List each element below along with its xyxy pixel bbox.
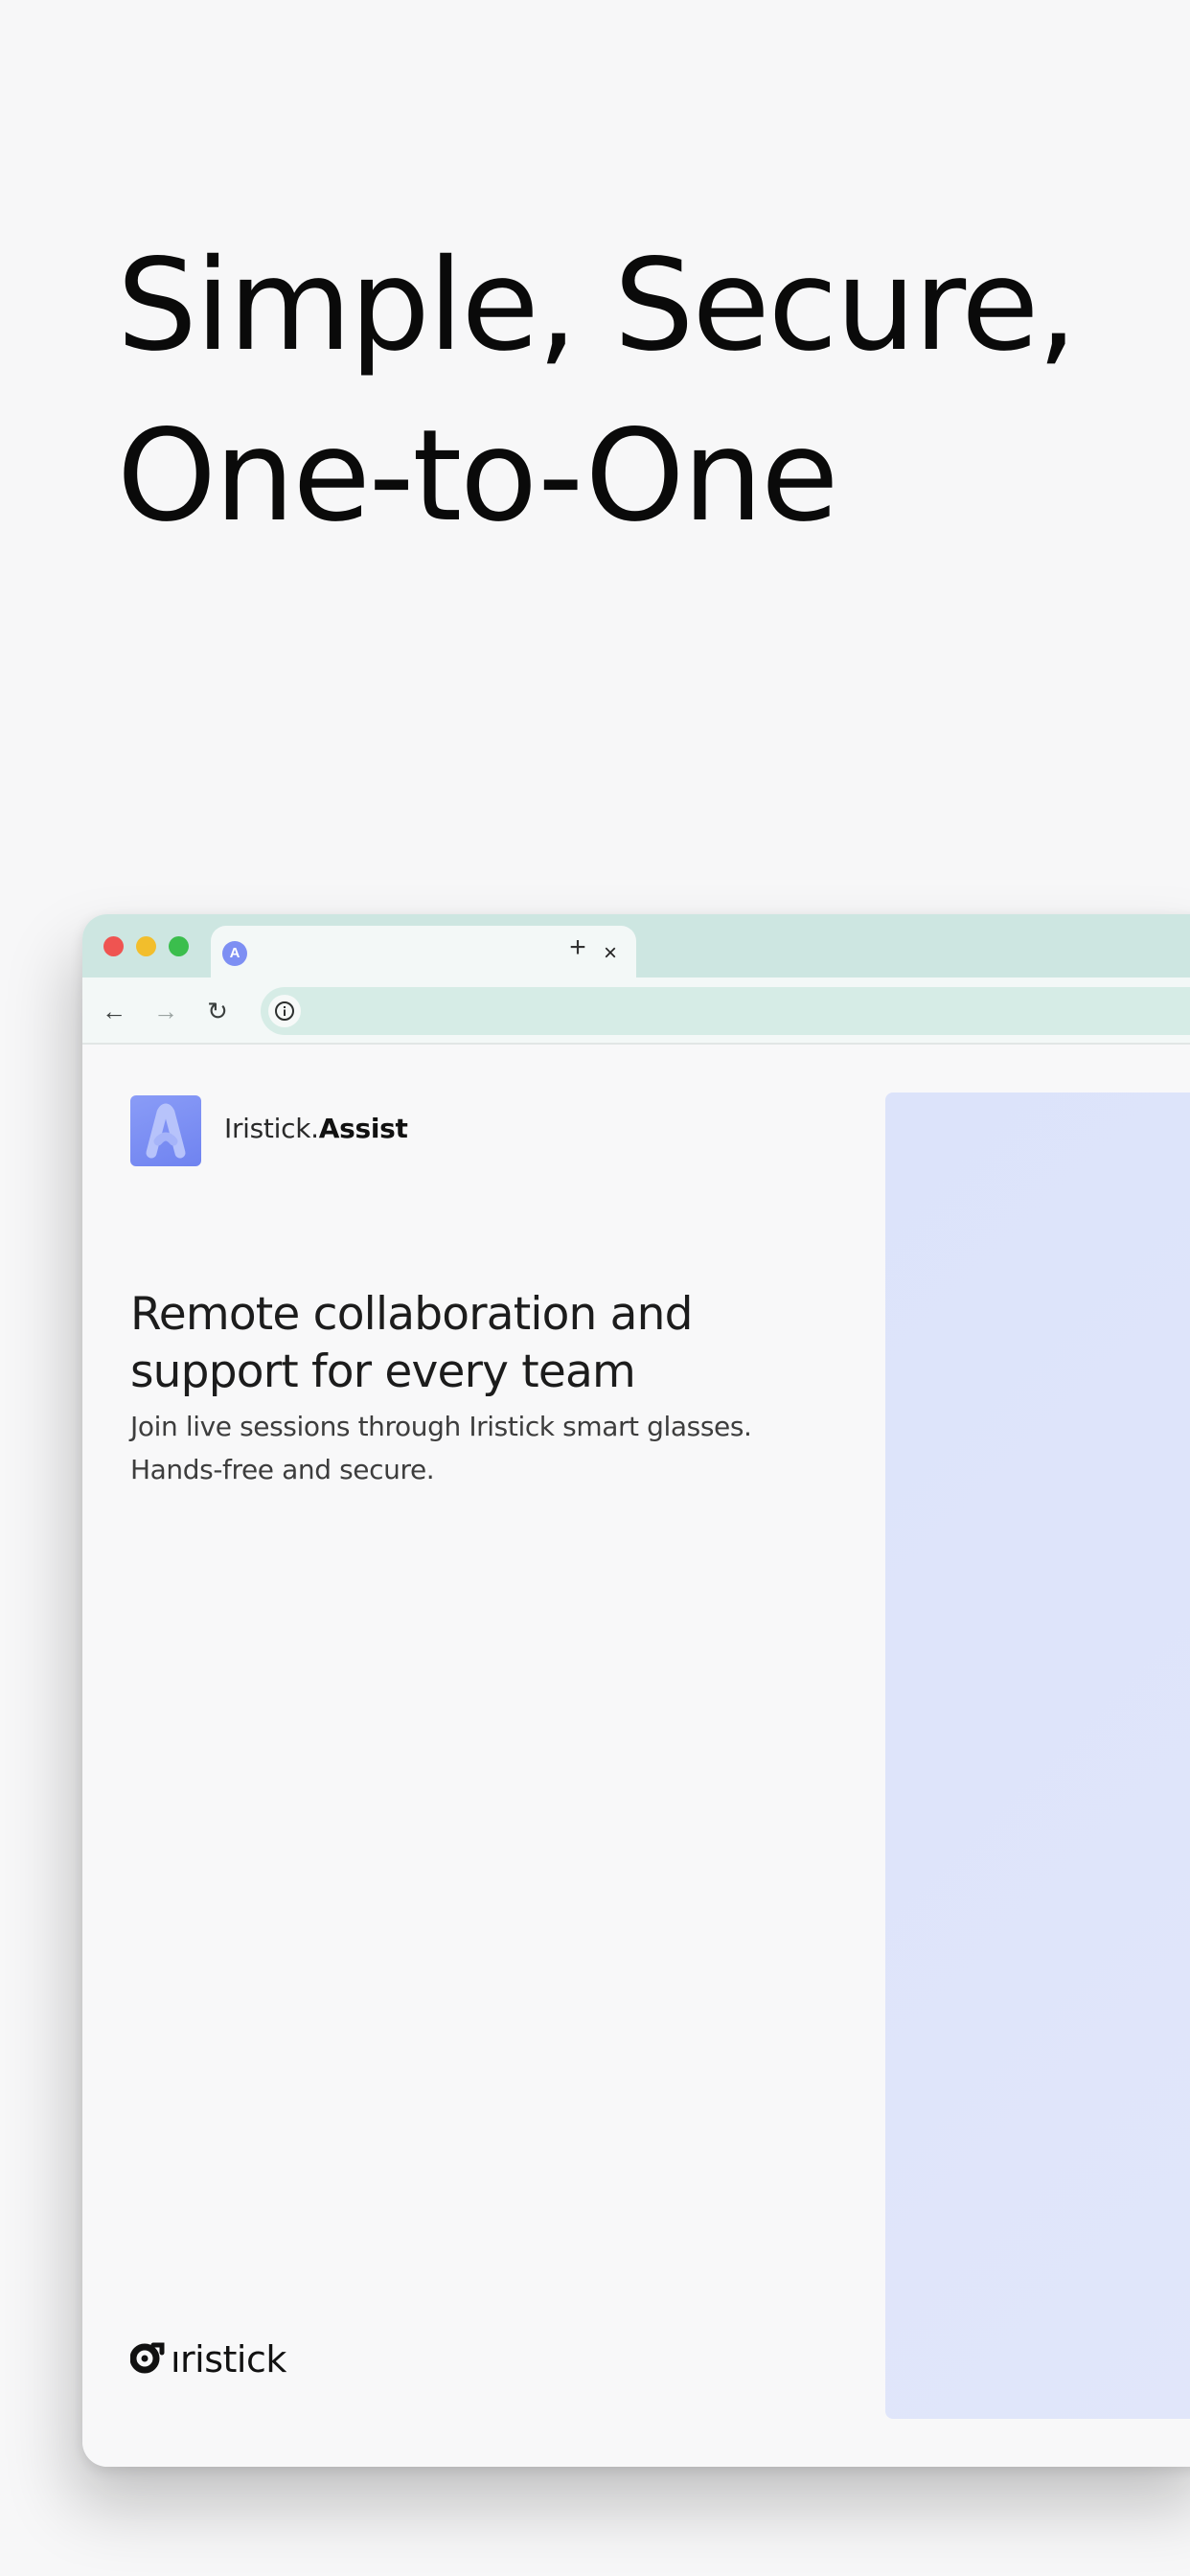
forward-arrow-icon[interactable]: → (149, 995, 182, 1027)
app-name: Iristick.Assist (224, 1113, 408, 1144)
browser-toolbar: ← → ↻ (82, 978, 1190, 1045)
iristick-logo-icon (129, 2341, 165, 2379)
traffic-light-minimize-icon[interactable] (136, 936, 156, 956)
app-logo-icon (130, 1095, 201, 1166)
reload-icon[interactable]: ↻ (201, 995, 234, 1027)
plus-icon[interactable]: + (561, 932, 594, 964)
hero-image-panel (885, 1092, 1190, 2419)
address-bar[interactable] (261, 987, 1190, 1035)
app-name-prefix: Iristick. (224, 1113, 319, 1144)
traffic-light-close-icon[interactable] (103, 936, 124, 956)
page-content: Iristick.Assist Remote collaboration and… (82, 1045, 1190, 2467)
favicon-icon: A (222, 941, 247, 966)
browser-window: A × + ← → ↻ Iristick.Assist Remote colla… (82, 914, 1190, 2467)
app-name-bold: Assist (318, 1113, 408, 1144)
page-subtitle: Join live sessions through Iristick smar… (130, 1411, 752, 1485)
footer-brand-text: ıristick (171, 2338, 286, 2380)
close-icon[interactable]: × (596, 939, 625, 968)
back-arrow-icon[interactable]: ← (98, 995, 130, 1027)
info-icon[interactable] (268, 995, 301, 1027)
brand-footer: ıristick (129, 2338, 286, 2380)
hero-title: Simple, Secure, One-to-One (117, 220, 1077, 562)
tab-strip: A × + (82, 914, 1190, 981)
hero-title-line-1: Simple, Secure, (117, 232, 1077, 380)
page-heading: Remote collaboration and support for eve… (130, 1288, 694, 1398)
traffic-light-zoom-icon[interactable] (169, 936, 189, 956)
hero-title-line-2: One-to-One (117, 402, 838, 550)
